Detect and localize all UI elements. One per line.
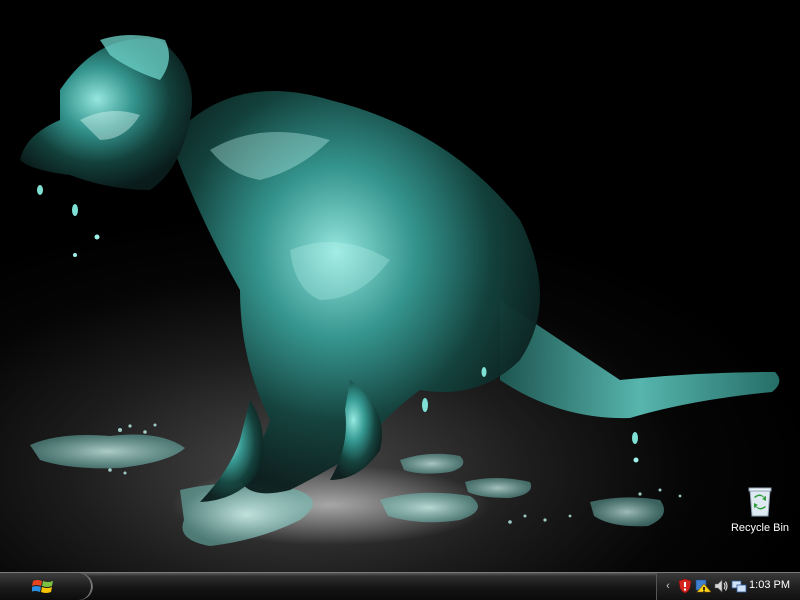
volume-icon[interactable] [713, 578, 729, 594]
recycle-bin-desktop-icon[interactable]: Recycle Bin [724, 484, 796, 536]
taskbar: ‹ 1:03 PM [0, 572, 800, 600]
show-hidden-icons-chevron-icon[interactable]: ‹ [661, 578, 675, 594]
taskbar-clock[interactable]: 1:03 PM [749, 579, 790, 591]
recycle-bin-icon [748, 487, 772, 517]
system-tray: ‹ 1:03 PM [656, 573, 800, 600]
security-warning-icon[interactable] [695, 578, 711, 594]
start-button[interactable] [0, 573, 93, 600]
network-icon[interactable] [731, 578, 747, 594]
desktop[interactable]: Recycle Bin [0, 0, 800, 572]
windows-logo-icon [32, 580, 53, 593]
wallpaper-glass-kangaroo-image [20, 35, 780, 546]
recycle-bin-label: Recycle Bin [730, 522, 790, 534]
shield-alert-icon[interactable] [677, 578, 693, 594]
